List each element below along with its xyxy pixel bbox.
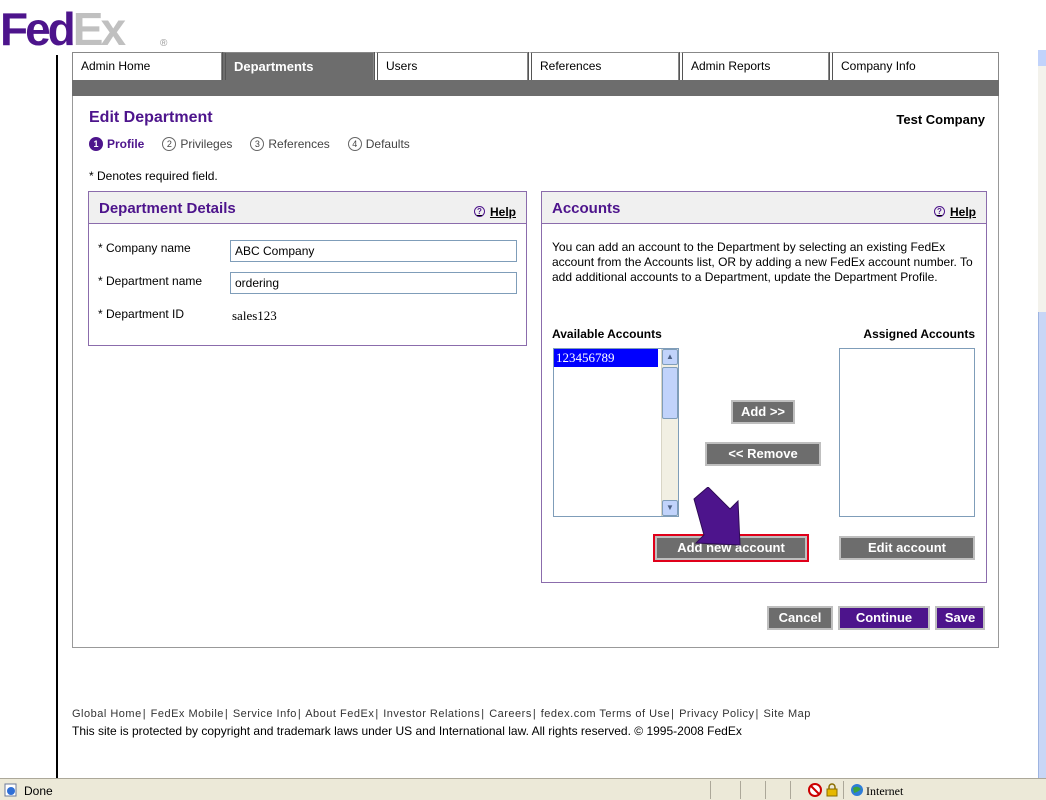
footer-separator: | xyxy=(532,708,537,720)
footer-link-privacy[interactable]: Privacy Policy xyxy=(679,708,754,720)
internet-zone-icon xyxy=(851,784,863,796)
logo-ex: Ex xyxy=(72,3,126,55)
blocked-icon xyxy=(808,783,822,797)
step-label: Profile xyxy=(107,137,145,151)
list-item[interactable]: 123456789 xyxy=(554,349,658,367)
footer-separator: | xyxy=(481,708,485,720)
logo-registered: ® xyxy=(160,38,168,49)
footer-link-investor-relations[interactable]: Investor Relations xyxy=(383,708,480,720)
department-name-label: * Department name xyxy=(98,274,203,288)
department-name-field[interactable] xyxy=(230,272,517,294)
status-bar: Done Internet xyxy=(0,778,1046,800)
pointer-arrow-icon xyxy=(693,487,741,546)
scroll-up-icon[interactable] xyxy=(1038,50,1046,66)
footer-separator: | xyxy=(297,708,302,720)
accounts-title: Accounts xyxy=(552,200,621,217)
page-icon xyxy=(4,783,17,797)
company-name: Test Company xyxy=(896,112,985,127)
help-link[interactable]: ? Help xyxy=(473,200,516,223)
step-profile[interactable]: 1 Profile xyxy=(89,137,144,151)
save-button[interactable]: Save xyxy=(935,606,985,630)
footer-link-global-home[interactable]: Global Home xyxy=(72,708,142,720)
help-label: Help xyxy=(949,204,976,219)
help-link[interactable]: ? Help xyxy=(933,200,976,223)
tab-departments[interactable]: Departments xyxy=(222,52,374,80)
step-label: References xyxy=(268,137,330,151)
step-privileges[interactable]: 2 Privileges xyxy=(162,137,232,151)
tab-users[interactable]: Users xyxy=(374,52,528,80)
continue-button[interactable]: Continue xyxy=(838,606,930,630)
step-references[interactable]: 3 References xyxy=(250,137,330,151)
available-accounts-list[interactable]: 123456789 ▲ ▼ xyxy=(553,348,679,517)
footer-link-terms[interactable]: fedex.com Terms of Use xyxy=(541,708,670,720)
page-title: Edit Department xyxy=(89,109,213,126)
step-number: 3 xyxy=(250,137,265,151)
accounts-box: Accounts ? Help You can add an account t… xyxy=(541,191,987,583)
footer-links: Global Home| FedEx Mobile| Service Info|… xyxy=(72,708,811,720)
step-number: 1 xyxy=(89,137,103,151)
edit-account-button[interactable]: Edit account xyxy=(839,536,975,560)
footer-separator: | xyxy=(755,708,759,720)
step-number: 4 xyxy=(347,137,362,151)
available-accounts-label: Available Accounts xyxy=(552,327,662,341)
step-label: Privileges xyxy=(180,137,233,151)
help-icon: ? xyxy=(473,206,485,217)
scroll-thumb[interactable] xyxy=(1038,312,1046,800)
copyright-text: This site is protected by copyright and … xyxy=(72,724,742,738)
status-divider xyxy=(710,781,711,799)
footer-link-service-info[interactable]: Service Info xyxy=(233,708,297,720)
help-label: Help xyxy=(489,204,516,219)
assigned-accounts-label: Assigned Accounts xyxy=(863,327,975,341)
window-scrollbar[interactable] xyxy=(1038,50,1046,800)
zone-label: Internet xyxy=(866,784,904,798)
footer-link-careers[interactable]: Careers xyxy=(489,708,532,720)
accounts-description: You can add an account to the Department… xyxy=(552,240,973,284)
footer-link-fedex-mobile[interactable]: FedEx Mobile xyxy=(151,708,224,720)
status-divider xyxy=(790,781,791,799)
department-details-box: Department Details ? Help * Company name… xyxy=(88,191,527,346)
step-label: Defaults xyxy=(365,137,410,151)
department-id-label: * Department ID xyxy=(98,307,185,321)
main-tabs: Admin Home Departments Users References … xyxy=(72,52,999,80)
fedex-logo[interactable]: FedEx ® xyxy=(0,3,167,55)
accounts-header: Accounts ? Help xyxy=(542,192,986,224)
footer-separator: | xyxy=(224,708,229,720)
footer-link-about-fedex[interactable]: About FedEx xyxy=(305,708,374,720)
step-defaults[interactable]: 4 Defaults xyxy=(347,137,410,151)
wizard-steps: 1 Profile 2 Privileges 3 References 4 De… xyxy=(89,137,428,151)
department-details-title: Department Details xyxy=(99,200,236,217)
scroll-thumb[interactable] xyxy=(662,367,678,419)
tab-references[interactable]: References xyxy=(528,52,679,80)
assigned-accounts-list[interactable] xyxy=(839,348,975,517)
list-scrollbar[interactable]: ▲ ▼ xyxy=(661,349,678,516)
department-id-value: sales123 xyxy=(232,308,277,323)
cancel-button[interactable]: Cancel xyxy=(767,606,833,630)
help-icon: ? xyxy=(933,206,945,217)
scroll-up-icon[interactable]: ▲ xyxy=(662,349,678,365)
scroll-down-icon[interactable]: ▼ xyxy=(662,500,678,516)
footer-separator: | xyxy=(671,708,675,720)
footer-separator: | xyxy=(142,708,147,720)
required-note: * Denotes required field. xyxy=(89,169,218,183)
footer-link-site-map[interactable]: Site Map xyxy=(763,708,810,720)
add-button[interactable]: Add >> xyxy=(731,400,795,424)
tab-bar xyxy=(72,80,999,96)
lock-icon xyxy=(826,783,838,797)
company-name-field[interactable] xyxy=(230,240,517,262)
status-text: Done xyxy=(24,784,53,798)
tab-admin-reports[interactable]: Admin Reports xyxy=(679,52,829,80)
footer-separator: | xyxy=(375,708,379,720)
status-divider xyxy=(843,781,844,799)
department-details-header: Department Details ? Help xyxy=(89,192,526,224)
status-divider xyxy=(740,781,741,799)
left-divider xyxy=(56,55,58,778)
tab-admin-home[interactable]: Admin Home xyxy=(72,52,222,80)
tab-company-info[interactable]: Company Info xyxy=(829,52,999,80)
logo-fed: Fed xyxy=(0,3,76,55)
company-name-label: * Company name xyxy=(98,241,191,255)
remove-button[interactable]: << Remove xyxy=(705,442,821,466)
step-number: 2 xyxy=(162,137,177,151)
status-divider xyxy=(765,781,766,799)
